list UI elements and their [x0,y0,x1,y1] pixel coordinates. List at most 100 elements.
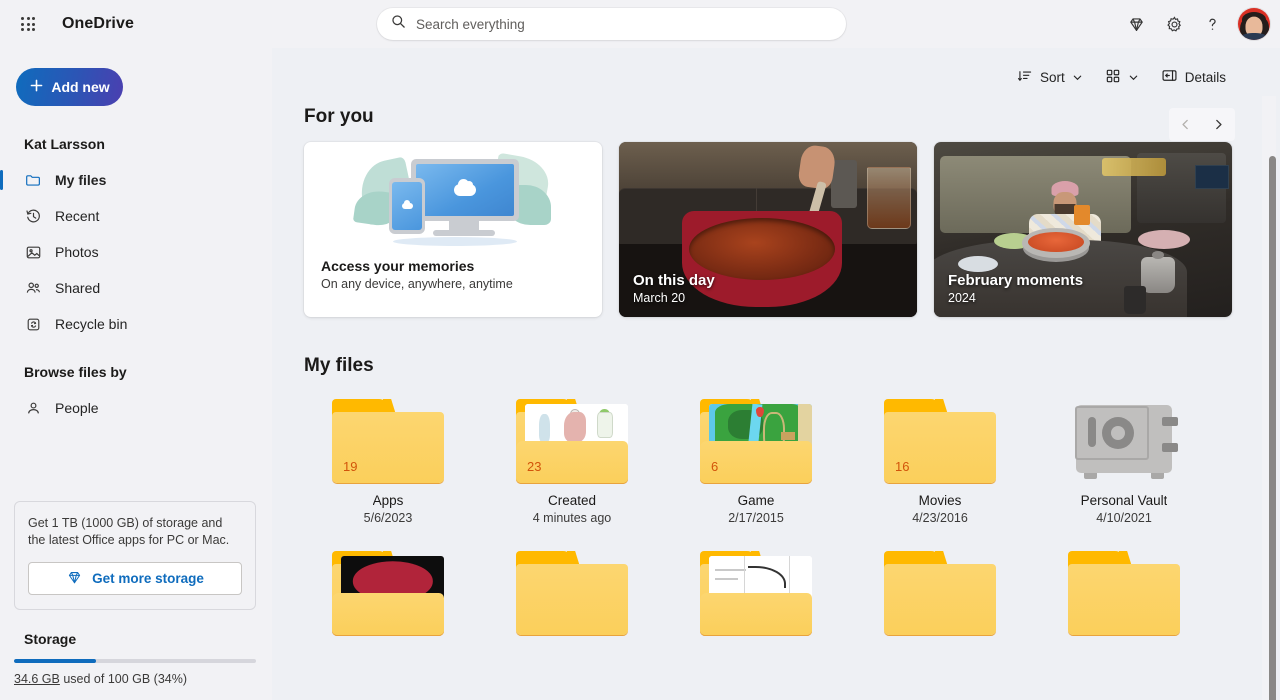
safe-vault-icon [1068,399,1180,483]
card-on-this-day[interactable]: On this day March 20 [619,142,917,317]
app-header: OneDrive [0,0,1280,48]
file-tile-apps[interactable]: 19 Apps 5/6/2023 [304,391,472,537]
file-tile-row2-4[interactable] [856,543,1024,647]
details-panel-icon [1161,67,1178,87]
chevron-left-icon [1179,118,1192,131]
file-date: 4/23/2016 [912,511,968,525]
item-count-badge: 6 [711,459,718,474]
folder-icon [516,551,628,635]
scrollbar-thumb[interactable] [1269,156,1276,700]
file-tile-created[interactable]: 23 Created 4 minutes ago [488,391,656,537]
card-title: Access your memories [321,258,585,274]
grid-view-icon [1105,68,1121,87]
card-access-your-memories[interactable]: Access your memories On any device, anyw… [304,142,602,317]
sidebar-item-photos[interactable]: Photos [0,234,272,270]
folder-icon [884,551,996,635]
file-date: 5/6/2023 [364,511,413,525]
folder-icon: 16 [884,399,996,483]
file-name: Apps [373,493,404,508]
card-title: February moments [948,272,1083,289]
brand-title[interactable]: OneDrive [62,15,134,33]
folder-icon [24,172,42,189]
card-subtitle: On any device, anywhere, anytime [321,277,585,291]
recycle-bin-icon [24,316,42,333]
carousel-next-button[interactable] [1202,108,1235,141]
for-you-title: For you [304,106,374,128]
card-subtitle: March 20 [633,291,715,305]
sidebar-item-recycle-bin[interactable]: Recycle bin [0,306,272,342]
phone-icon [389,178,425,234]
sort-icon [1017,68,1033,87]
storage-used-link[interactable]: 34.6 GB [14,672,60,686]
card-caption: Access your memories On any device, anyw… [304,258,602,291]
search-input[interactable] [416,17,832,32]
file-tile-row2-5[interactable] [1040,543,1208,647]
sidebar-item-label: Shared [55,280,100,296]
carousel-prev-button[interactable] [1169,108,1202,141]
item-count-badge: 16 [895,459,909,474]
file-tile-row2-3[interactable] [672,543,840,647]
card-caption: February moments 2024 [948,272,1083,305]
file-name: Game [738,493,775,508]
app-launcher-button[interactable] [8,4,48,44]
card-caption: On this day March 20 [633,272,715,305]
storage-progress-bar [14,659,256,663]
command-toolbar: Sort [272,48,1280,106]
details-label: Details [1185,70,1226,85]
item-count-badge: 19 [343,459,357,474]
folder-icon: 19 [332,399,444,483]
file-tile-movies[interactable]: 16 Movies 4/23/2016 [856,391,1024,537]
file-name: Personal Vault [1081,493,1168,508]
search-icon [391,14,406,34]
sidebar-item-label: People [55,400,99,416]
files-grid-row-2 [304,543,1280,647]
sidebar-item-people[interactable]: People [0,390,272,426]
sidebar-item-label: Photos [55,244,99,260]
get-more-storage-button[interactable]: Get more storage [28,562,242,595]
add-new-button[interactable]: Add new [16,68,123,106]
premium-diamond-icon[interactable] [1118,6,1154,42]
storage-usage-rest: used of 100 GB (34%) [60,672,187,686]
help-icon[interactable] [1194,6,1230,42]
browse-files-by-heading: Browse files by [0,360,272,390]
card-subtitle: 2024 [948,291,1083,305]
sidebar-nav: Kat Larsson My files [0,132,272,426]
file-date: 2/17/2015 [728,511,784,525]
get-more-storage-label: Get more storage [92,571,204,586]
sort-button[interactable]: Sort [1008,61,1092,93]
file-tile-row2-1[interactable] [304,543,472,647]
photo-icon [24,244,42,261]
carousel-nav [1169,108,1235,141]
search-bar[interactable] [377,8,846,40]
view-options-button[interactable] [1096,61,1148,93]
people-shared-icon [24,280,42,297]
storage-promo-text: Get 1 TB (1000 GB) of storage and the la… [28,515,242,549]
for-you-header: For you [304,106,1280,142]
premium-diamond-icon [66,569,83,589]
file-tile-row2-2[interactable] [488,543,656,647]
file-tile-personal-vault[interactable]: Personal Vault 4/10/2021 [1040,391,1208,537]
sidebar-item-recent[interactable]: Recent [0,198,272,234]
sidebar-item-label: Recycle bin [55,316,127,332]
avatar[interactable] [1238,8,1270,40]
sidebar-item-shared[interactable]: Shared [0,270,272,306]
my-files-title: My files [304,355,1280,377]
sidebar: Add new Kat Larsson My files [0,48,272,700]
file-tile-game[interactable]: 6 Game 2/17/2015 [672,391,840,537]
gear-icon[interactable] [1156,6,1192,42]
sidebar-item-label: Recent [55,208,99,224]
main-content: Sort [272,48,1280,700]
storage-promo-card: Get 1 TB (1000 GB) of storage and the la… [14,501,256,610]
details-button[interactable]: Details [1152,61,1235,93]
chevron-down-icon [1072,72,1083,83]
cloud-icon [454,184,476,196]
monitor-icon [411,159,519,221]
folder-icon: 6 [700,399,812,483]
card-title: On this day [633,272,715,289]
file-name: Movies [919,493,962,508]
folder-icon [332,551,444,635]
sidebar-item-my-files[interactable]: My files [0,162,272,198]
item-count-badge: 23 [527,459,541,474]
storage-usage-text: 34.6 GB used of 100 GB (34%) [14,672,256,686]
card-february-moments[interactable]: February moments 2024 [934,142,1232,317]
